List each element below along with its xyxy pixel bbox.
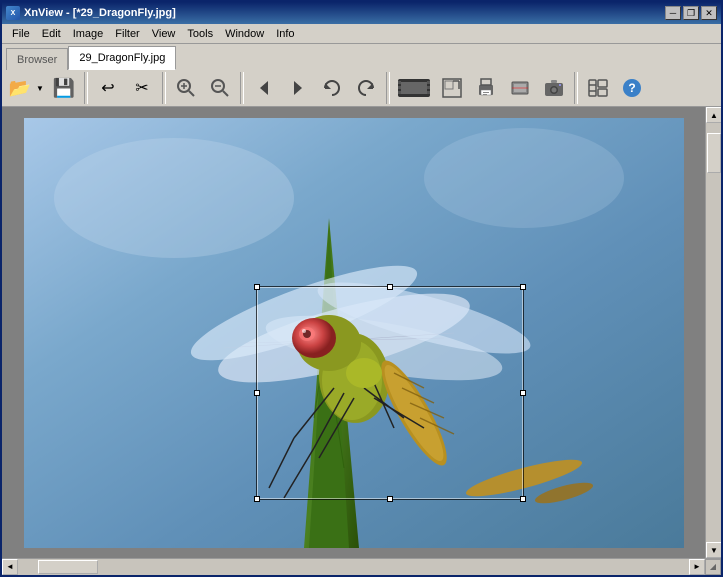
- menu-filter[interactable]: Filter: [109, 26, 145, 42]
- separator-1: [84, 72, 88, 104]
- rotate-left-button[interactable]: [316, 72, 348, 104]
- svg-text:?: ?: [628, 81, 635, 95]
- tabbar: Browser 29_DragonFly.jpg: [2, 44, 721, 70]
- settings-button[interactable]: [582, 72, 614, 104]
- separator-5: [574, 72, 578, 104]
- tab-browser[interactable]: Browser: [6, 48, 68, 70]
- menu-tools[interactable]: Tools: [181, 26, 219, 42]
- resize-grip: ◢: [705, 559, 721, 575]
- separator-2: [162, 72, 166, 104]
- app-icon: X: [6, 6, 20, 20]
- image-display: [24, 118, 684, 548]
- window-title: XnView - [*29_DragonFly.jpg]: [24, 7, 176, 19]
- menu-view[interactable]: View: [146, 26, 182, 42]
- menu-image[interactable]: Image: [67, 26, 110, 42]
- horizontal-scrollbar[interactable]: ◄ ► ◢: [2, 558, 721, 574]
- tab-active-image[interactable]: 29_DragonFly.jpg: [68, 46, 176, 70]
- titlebar-buttons: ─ ❐ ✕: [665, 6, 717, 20]
- titlebar-left: X XnView - [*29_DragonFly.jpg]: [6, 6, 176, 20]
- scroll-down-button[interactable]: ▼: [706, 542, 721, 558]
- camera-button[interactable]: [538, 72, 570, 104]
- rotate-right-button[interactable]: [350, 72, 382, 104]
- minimize-button[interactable]: ─: [665, 6, 681, 20]
- prev-button[interactable]: [248, 72, 280, 104]
- menu-info[interactable]: Info: [270, 26, 300, 42]
- open-group: 📂 ▼: [6, 72, 46, 104]
- scroll-track-h[interactable]: [18, 559, 689, 575]
- undo-button[interactable]: ↩: [92, 72, 124, 104]
- scroll-up-button[interactable]: ▲: [706, 107, 721, 123]
- scroll-thumb-h[interactable]: [38, 560, 98, 574]
- menu-file[interactable]: File: [6, 26, 36, 42]
- scan-button[interactable]: [504, 72, 536, 104]
- image-svg: [24, 118, 684, 548]
- toolbar: 📂 ▼ 💾 ↩ ✂: [2, 70, 721, 106]
- menu-window[interactable]: Window: [219, 26, 270, 42]
- print-button[interactable]: [470, 72, 502, 104]
- canvas-scroll-area: ▲ ▼: [2, 107, 721, 558]
- zoom-in-button[interactable]: [170, 72, 202, 104]
- save-button[interactable]: 💾: [48, 72, 80, 104]
- scroll-right-button[interactable]: ►: [689, 559, 705, 575]
- scroll-left-button[interactable]: ◄: [2, 559, 18, 575]
- cut-button[interactable]: ✂: [126, 72, 158, 104]
- scroll-thumb-v[interactable]: [707, 133, 721, 173]
- menu-edit[interactable]: Edit: [36, 26, 67, 42]
- separator-4: [386, 72, 390, 104]
- open-dropdown[interactable]: ▼: [34, 72, 46, 104]
- close-button[interactable]: ✕: [701, 6, 717, 20]
- titlebar: X XnView - [*29_DragonFly.jpg] ─ ❐ ✕: [2, 2, 721, 24]
- menubar: File Edit Image Filter View Tools Window…: [2, 24, 721, 44]
- open-button[interactable]: 📂: [6, 72, 34, 104]
- help-button[interactable]: ?: [616, 72, 648, 104]
- canvas-area: [2, 107, 705, 558]
- content-area: ▲ ▼ ◄ ► ◢: [2, 107, 721, 574]
- vertical-scrollbar[interactable]: ▲ ▼: [705, 107, 721, 558]
- zoom-out-button[interactable]: [204, 72, 236, 104]
- resize-button[interactable]: [436, 72, 468, 104]
- separator-3: [240, 72, 244, 104]
- restore-button[interactable]: ❐: [683, 6, 699, 20]
- next-button[interactable]: [282, 72, 314, 104]
- toolbar-container: Browser 29_DragonFly.jpg 📂 ▼ 💾 ↩: [2, 44, 721, 107]
- filmstrip-button[interactable]: [394, 72, 434, 104]
- scroll-track-v[interactable]: [706, 123, 721, 542]
